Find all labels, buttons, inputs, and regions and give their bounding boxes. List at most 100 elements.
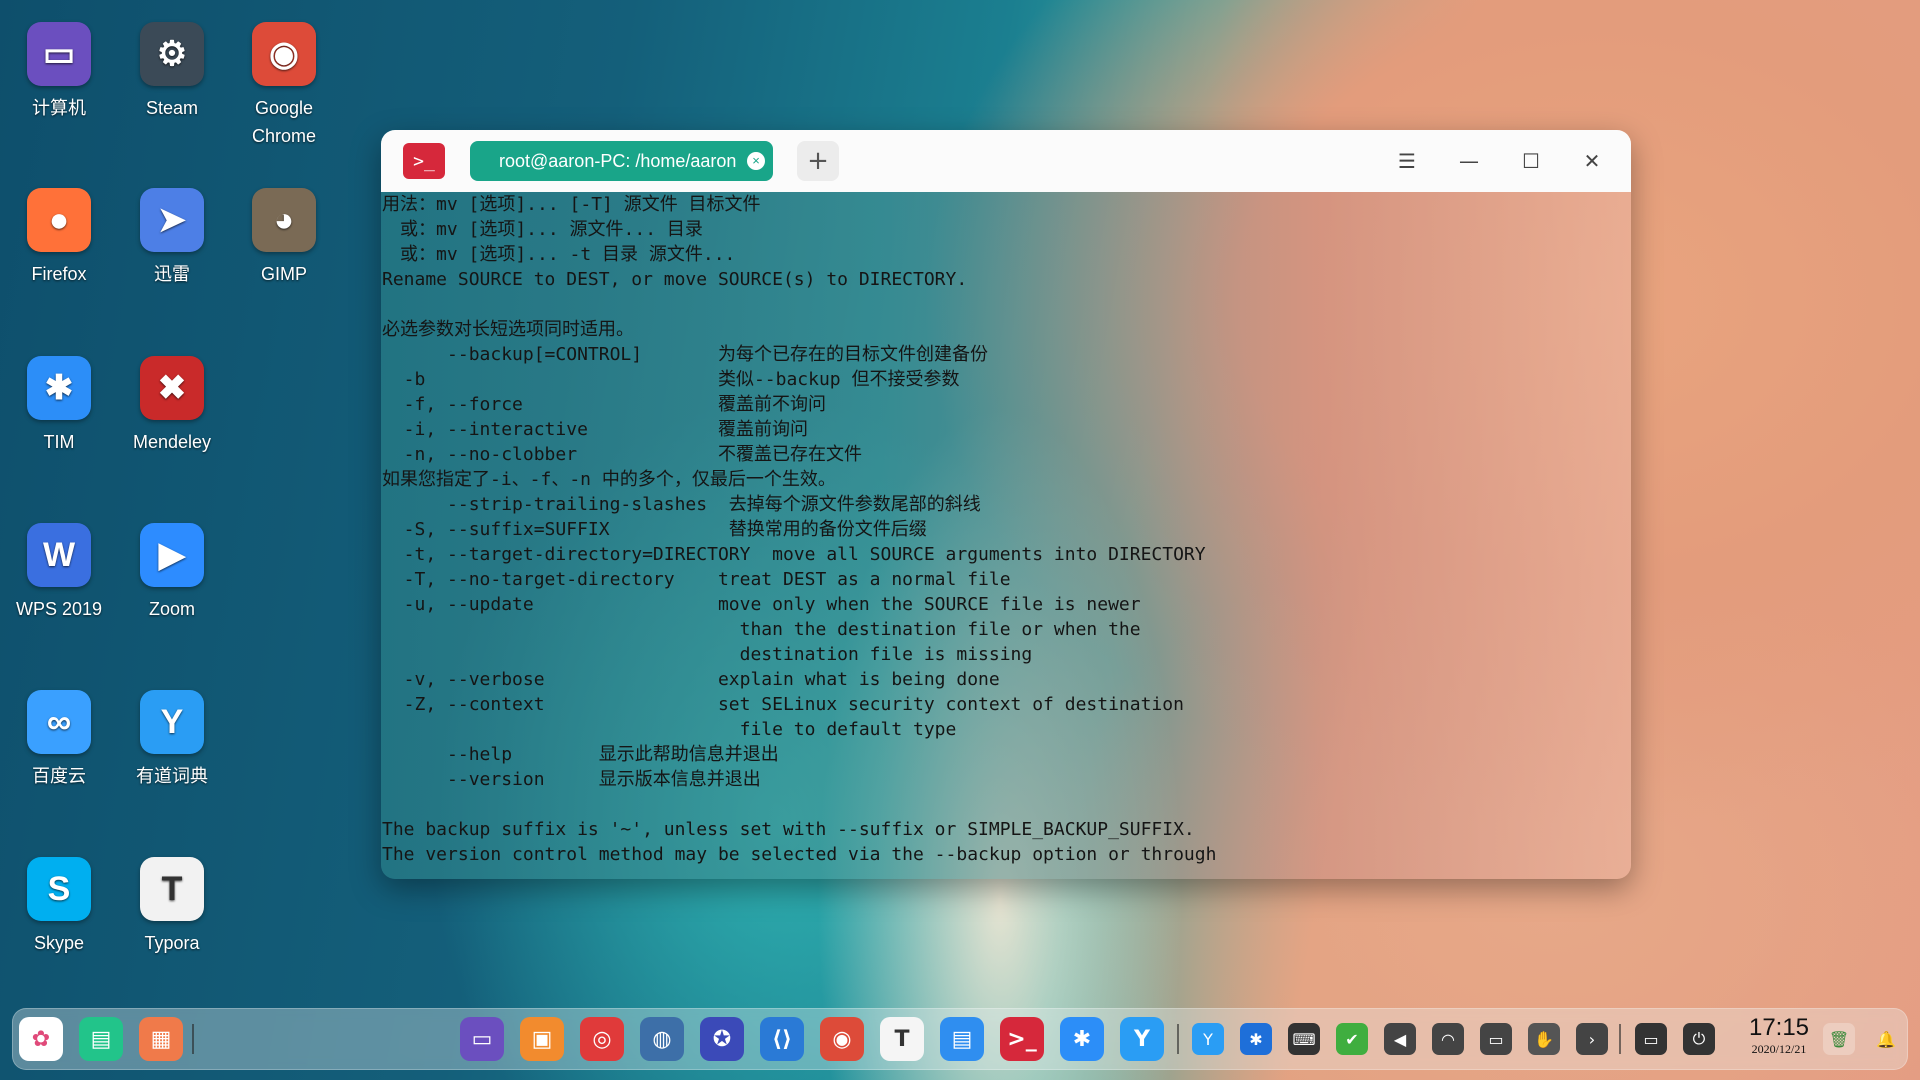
minimize-button[interactable]: — (1452, 144, 1486, 178)
desktop-icon[interactable]: S Skype (9, 857, 109, 957)
gimp-icon: ◕ (252, 188, 316, 252)
desktop-icon[interactable]: ◕ GIMP (234, 188, 334, 288)
desktop-icon-label: Typora (144, 933, 200, 953)
chrome-icon[interactable]: ◉ (820, 1017, 864, 1061)
desktop-icon-label: Google Chrome (251, 98, 317, 146)
desktop-icon-label: 迅雷 (154, 264, 190, 284)
typora-icon[interactable]: T (880, 1017, 924, 1061)
dock-separator (1177, 1024, 1179, 1054)
desktop-icon-label: Zoom (148, 599, 195, 619)
terminal-line: Rename SOURCE to DEST, or move SOURCE(s)… (382, 269, 968, 290)
terminal-line: -n, --no-clobber 不覆盖已存在文件 (382, 444, 862, 465)
clock-date[interactable]: 2020/12/21 (1734, 1042, 1824, 1057)
wps-icon: W (27, 523, 91, 587)
youdao-tray-icon[interactable]: Y (1192, 1023, 1224, 1055)
new-tab-button[interactable]: + (797, 141, 839, 181)
terminal-line: The version control method may be select… (382, 844, 1217, 865)
launcher-icon[interactable]: ✿ (19, 1017, 63, 1061)
chevron-right-icon[interactable]: › (1576, 1023, 1608, 1055)
desktop-icon[interactable]: ● Firefox (9, 188, 109, 288)
dock-separator (1619, 1024, 1621, 1054)
desktop-icon-label: Skype (33, 933, 85, 953)
terminal-line: -S, --suffix=SUFFIX 替换常用的备份文件后缀 (382, 519, 927, 540)
youdao-icon[interactable]: Y (1120, 1017, 1164, 1061)
chrome-icon: ◉ (252, 22, 316, 86)
file-manager-icon[interactable]: ▣ (520, 1017, 564, 1061)
desktop-icon-label: Firefox (31, 264, 87, 284)
netease-music-icon[interactable]: ◎ (580, 1017, 624, 1061)
desktop-icon-label: Mendeley (132, 432, 212, 452)
desktop-icon[interactable]: ✱ TIM (9, 356, 109, 456)
terminal-line: -Z, --context set SELinux security conte… (382, 694, 1184, 715)
desktop-icon[interactable]: ▭ 计算机 (9, 22, 109, 122)
close-tab-icon[interactable]: × (747, 152, 765, 170)
desktop-icon[interactable]: ✖ Mendeley (122, 356, 222, 456)
calendar-icon[interactable]: ▤ (940, 1017, 984, 1061)
terminal-line: 或：mv [选项]... -t 目录 源文件... (382, 244, 736, 265)
desktop-icon[interactable]: W WPS 2019 (9, 523, 109, 623)
desktop-icon[interactable]: ⚙ Steam (122, 22, 222, 122)
terminal-window: >_ root@aaron-PC: /home/aaron × + ☰ — ☐ … (381, 130, 1631, 879)
settings-icon[interactable]: ✪ (700, 1017, 744, 1061)
terminal-line: -b 类似--backup 但不接受参数 (382, 369, 960, 390)
keyboard-icon[interactable]: ⌨ (1288, 1023, 1320, 1055)
xunlei-icon: ➤ (140, 188, 204, 252)
battery-icon[interactable]: ▭ (1480, 1023, 1512, 1055)
close-window-button[interactable]: ✕ (1575, 144, 1609, 178)
terminal-line: destination file is missing (382, 644, 1033, 665)
show-desktop-icon[interactable]: ▭ (1635, 1023, 1667, 1055)
desktop-icon[interactable]: Y 有道词典 (122, 690, 222, 790)
desktop-icon-label: 有道词典 (136, 766, 208, 786)
dock-separator (192, 1024, 194, 1054)
firefox-icon: ● (27, 188, 91, 252)
terminal-line: --backup[=CONTROL] 为每个已存在的目标文件创建备份 (382, 344, 988, 365)
multitask-view-icon[interactable]: ▤ (79, 1017, 123, 1061)
dock: ✿ ▤ ▦ ▭ ▣ ◎ ◍ ✪ ⟨⟩ ◉ T ▤ >_ ✱ Y Y ✱ ⌨ ✔ ◀ ◠ ▭ ✋ › ▭ ⏻ 17:15 20… (12, 1008, 1908, 1070)
menu-button[interactable]: ☰ (1390, 144, 1424, 178)
volume-icon[interactable]: ◀ (1384, 1023, 1416, 1055)
vscode-icon[interactable]: ⟨⟩ (760, 1017, 804, 1061)
notification-bell-icon[interactable]: 🔔 (1870, 1023, 1902, 1055)
fingerprint-icon[interactable]: ✋ (1528, 1023, 1560, 1055)
thunderbird-icon[interactable]: ◍ (640, 1017, 684, 1061)
terminal-line: --help 显示此帮助信息并退出 (382, 744, 779, 765)
tim-icon[interactable]: ✱ (1060, 1017, 1104, 1061)
terminal-line: 用法：mv [选项]... [-T] 源文件 目标文件 (382, 194, 761, 215)
desktop-icon[interactable]: ∞ 百度云 (9, 690, 109, 790)
desktop-icon-label: WPS 2019 (15, 599, 103, 619)
skype-icon: S (27, 857, 91, 921)
terminal-icon[interactable]: >_ (1000, 1017, 1044, 1061)
terminal-line: The backup suffix is '~', unless set wit… (382, 819, 1195, 840)
terminal-tab[interactable]: root@aaron-PC: /home/aaron × (470, 141, 773, 181)
desktop-icon-label: GIMP (260, 264, 307, 284)
tim-tray-icon[interactable]: ✱ (1240, 1023, 1272, 1055)
power-icon[interactable]: ⏻ (1683, 1023, 1715, 1055)
typora-icon: T (140, 857, 204, 921)
terminal-line: -t, --target-directory=DIRECTORY move al… (382, 544, 1206, 565)
terminal-line: file to default type (382, 719, 957, 740)
maximize-button[interactable]: ☐ (1514, 144, 1548, 178)
terminal-titlebar[interactable]: >_ root@aaron-PC: /home/aaron × + ☰ — ☐ … (381, 130, 1631, 192)
desktop-icon-label: 百度云 (32, 766, 86, 786)
tim-icon: ✱ (27, 356, 91, 420)
app-store-icon[interactable]: ▦ (139, 1017, 183, 1061)
desktop-icon-label: Steam (145, 98, 199, 118)
computer-icon[interactable]: ▭ (460, 1017, 504, 1061)
steam-icon: ⚙ (140, 22, 204, 86)
check-icon[interactable]: ✔ (1336, 1023, 1368, 1055)
desktop-icon[interactable]: ◉ Google Chrome (234, 22, 334, 150)
desktop-icon[interactable]: ➤ 迅雷 (122, 188, 222, 288)
desktop-icon[interactable]: T Typora (122, 857, 222, 957)
terminal-line: -u, --update move only when the SOURCE f… (382, 594, 1141, 615)
clock-time[interactable]: 17:15 (1734, 1014, 1824, 1042)
terminal-line: -i, --interactive 覆盖前询问 (382, 419, 808, 440)
wifi-icon[interactable]: ◠ (1432, 1023, 1464, 1055)
trash-icon[interactable]: 🗑 (1823, 1023, 1855, 1055)
terminal-line: --strip-trailing-slashes 去掉每个源文件参数尾部的斜线 (382, 494, 981, 515)
terminal-line: 或：mv [选项]... 源文件... 目录 (382, 219, 703, 240)
terminal-line: --version 显示版本信息并退出 (382, 769, 761, 790)
terminal-output[interactable]: 用法：mv [选项]... [-T] 源文件 目标文件 或：mv [选项]...… (382, 192, 1631, 879)
desktop-icon[interactable]: ▶ Zoom (122, 523, 222, 623)
terminal-app-icon[interactable]: >_ (403, 143, 445, 179)
